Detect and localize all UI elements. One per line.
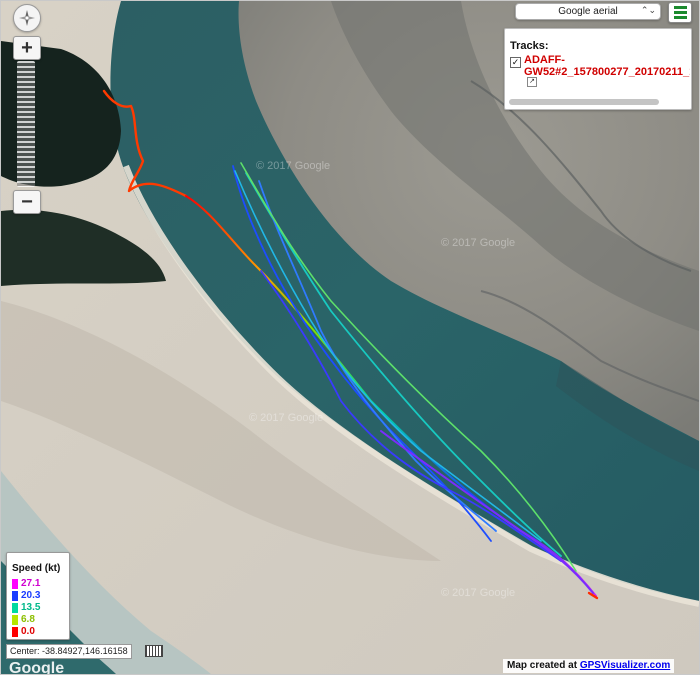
compass-icon <box>19 10 35 26</box>
menu-button[interactable] <box>668 2 692 23</box>
hamburger-menu-icon <box>673 6 687 9</box>
google-logo: Google <box>9 660 65 675</box>
legend-label: 0.0 <box>21 626 35 637</box>
credit-prefix: Map created at <box>507 660 580 671</box>
legend-title: Speed (kt) <box>12 563 61 574</box>
zoom-slider[interactable] <box>17 61 35 187</box>
map-type-value: Google aerial <box>558 6 618 17</box>
legend-label: 6.8 <box>21 614 35 625</box>
gpsvisualizer-link[interactable]: GPSVisualizer.com <box>580 660 670 671</box>
measure-ruler-icon[interactable] <box>145 645 163 657</box>
legend-entry: 13.5 <box>12 602 40 613</box>
hamburger-bar <box>673 11 687 14</box>
watermark-4: © 2017 Google <box>441 587 515 599</box>
chevron-updown-icon: ⌃⌄ <box>640 5 656 15</box>
zoom-out-button[interactable]: − <box>13 190 41 214</box>
legend-swatch <box>12 614 18 625</box>
legend-swatch <box>12 602 18 613</box>
map-credit: Map created at GPSVisualizer.com <box>503 659 675 673</box>
legend-label: 13.5 <box>21 602 41 613</box>
legend-swatch <box>12 590 18 601</box>
watermark-3: © 2017 Google <box>249 412 323 424</box>
compass-control[interactable] <box>13 4 41 32</box>
tracks-panel: Tracks: ✓ ADAFF- GW52#2_157800277_201702… <box>504 28 692 110</box>
legend-entry: 0.0 <box>12 626 35 637</box>
zoom-in-button[interactable]: + <box>13 36 41 60</box>
legend-entry: 27.1 <box>12 578 40 589</box>
map-type-select[interactable]: Google aerial ⌃⌄ <box>515 3 661 20</box>
hamburger-bar <box>673 16 687 19</box>
legend-entry: 20.3 <box>12 590 40 601</box>
watermark-2: © 2017 Google <box>441 237 515 249</box>
legend-swatch <box>12 578 18 589</box>
track-checkbox[interactable]: ✓ <box>510 57 521 68</box>
speed-legend: Speed (kt) 27.1 20.3 13.5 6.8 0.0 <box>6 552 70 640</box>
tracks-scrollbar[interactable] <box>509 99 659 105</box>
tracks-title: Tracks: <box>510 40 549 52</box>
legend-entry: 6.8 <box>12 614 35 625</box>
center-coordinates: Center: -38.84927,146.16158 <box>6 644 132 659</box>
external-link-icon[interactable]: ↗ <box>527 77 537 87</box>
map-frame: © 2017 Google © 2017 Google © 2017 Googl… <box>0 0 700 675</box>
legend-label: 27.1 <box>21 578 41 589</box>
watermark-1: © 2017 Google <box>256 160 330 172</box>
legend-label: 20.3 <box>21 590 41 601</box>
legend-swatch <box>12 626 18 637</box>
track-name-link[interactable]: ADAFF- GW52#2_157800277_20170211_1 <box>524 54 690 80</box>
